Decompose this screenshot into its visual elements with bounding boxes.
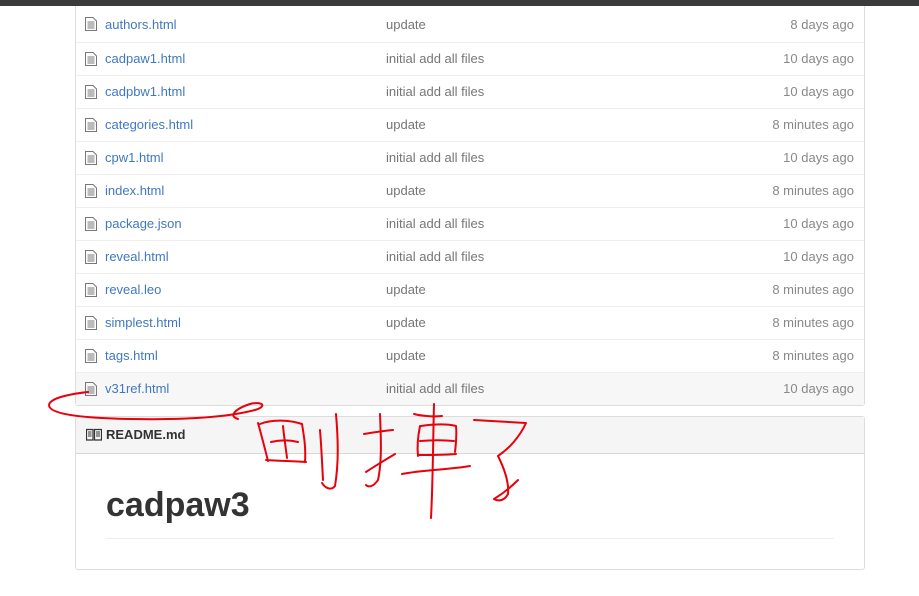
file-age: 10 days ago <box>783 150 854 165</box>
file-name-link[interactable]: package.json <box>105 208 182 240</box>
file-name-link[interactable]: cadpaw1.html <box>105 43 185 75</box>
file-icon <box>85 17 97 31</box>
commit-message-link[interactable]: update <box>386 175 426 207</box>
file-icon <box>85 85 97 99</box>
file-age: 8 minutes ago <box>772 183 854 198</box>
file-age: 10 days ago <box>783 84 854 99</box>
file-name-link[interactable]: reveal.html <box>105 241 169 273</box>
file-row: reveal.leo update 8 minutes ago <box>76 273 864 306</box>
commit-message-link[interactable]: update <box>386 109 426 141</box>
file-age: 10 days ago <box>783 51 854 66</box>
readme-title: README.md <box>106 427 186 442</box>
file-name-link[interactable]: cpw1.html <box>105 142 164 174</box>
file-name-link[interactable]: tags.html <box>105 340 158 372</box>
file-age: 8 minutes ago <box>772 282 854 297</box>
file-name-link[interactable]: simplest.html <box>105 307 181 339</box>
commit-message-link[interactable]: initial add all files <box>386 43 484 75</box>
file-icon <box>85 52 97 66</box>
file-icon <box>85 316 97 330</box>
file-age: 8 minutes ago <box>772 315 854 330</box>
commit-message-link[interactable]: update <box>386 307 426 339</box>
file-row: package.json initial add all files 10 da… <box>76 207 864 240</box>
file-icon <box>85 250 97 264</box>
readme-header: README.md <box>76 417 864 454</box>
file-list: authors.html update 8 days ago cadpaw1.h… <box>75 6 865 406</box>
file-age: 10 days ago <box>783 216 854 231</box>
file-row: cpw1.html initial add all files 10 days … <box>76 141 864 174</box>
file-row: simplest.html update 8 minutes ago <box>76 306 864 339</box>
file-row: reveal.html initial add all files 10 day… <box>76 240 864 273</box>
file-row: authors.html update 8 days ago <box>76 6 864 42</box>
file-row: cadpbw1.html initial add all files 10 da… <box>76 75 864 108</box>
commit-message-link[interactable]: initial add all files <box>386 76 484 108</box>
file-row: cadpaw1.html initial add all files 10 da… <box>76 42 864 75</box>
commit-message-link[interactable]: initial add all files <box>386 208 484 240</box>
file-name-link[interactable]: cadpbw1.html <box>105 76 185 108</box>
commit-message-link[interactable]: initial add all files <box>386 241 484 273</box>
file-icon <box>85 382 97 396</box>
readme-panel: README.md cadpaw3 <box>75 416 865 570</box>
file-row: tags.html update 8 minutes ago <box>76 339 864 372</box>
file-icon <box>85 349 97 363</box>
file-age: 10 days ago <box>783 249 854 264</box>
commit-message-link[interactable]: update <box>386 6 426 44</box>
file-age: 8 days ago <box>790 17 854 32</box>
file-age: 8 minutes ago <box>772 117 854 132</box>
readme-body: cadpaw3 <box>76 454 864 539</box>
commit-message-link[interactable]: initial add all files <box>386 142 484 174</box>
commit-message-link[interactable]: initial add all files <box>386 373 484 405</box>
file-icon <box>85 184 97 198</box>
file-age: 8 minutes ago <box>772 348 854 363</box>
readme-heading: cadpaw3 <box>106 454 834 539</box>
file-name-link[interactable]: categories.html <box>105 109 193 141</box>
file-icon <box>85 283 97 297</box>
commit-message-link[interactable]: update <box>386 274 426 306</box>
file-icon <box>85 118 97 132</box>
file-name-link[interactable]: v31ref.html <box>105 373 169 405</box>
book-icon <box>86 428 102 441</box>
file-row: index.html update 8 minutes ago <box>76 174 864 207</box>
file-name-link[interactable]: index.html <box>105 175 164 207</box>
commit-message-link[interactable]: update <box>386 340 426 372</box>
file-row: v31ref.html initial add all files 10 day… <box>76 372 864 405</box>
file-name-link[interactable]: authors.html <box>105 6 177 44</box>
file-name-link[interactable]: reveal.leo <box>105 274 161 306</box>
file-icon <box>85 151 97 165</box>
file-row: categories.html update 8 minutes ago <box>76 108 864 141</box>
file-age: 10 days ago <box>783 381 854 396</box>
file-icon <box>85 217 97 231</box>
